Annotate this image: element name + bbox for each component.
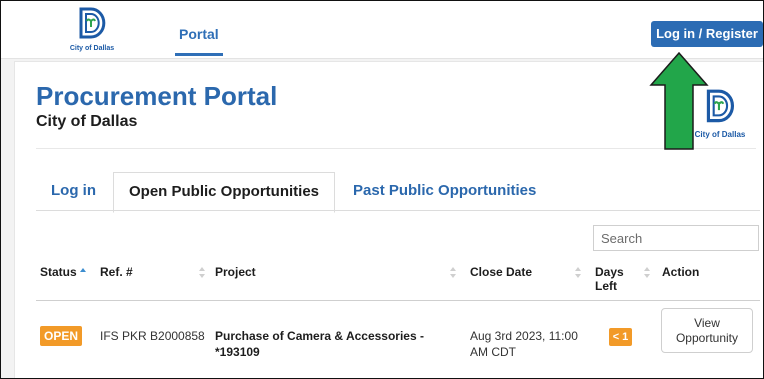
logo-caption: City of Dallas (69, 45, 115, 52)
login-register-button[interactable]: Log in / Register (651, 21, 763, 47)
project-name: Purchase of Camera & Accessories - *1931… (215, 329, 424, 359)
ref-number: IFS PKR B2000858 (100, 329, 205, 343)
sort-arrows-icon[interactable] (450, 267, 456, 279)
sort-arrows-icon[interactable] (644, 267, 650, 279)
tabs-divider (36, 210, 760, 211)
tab-open-public-opportunities[interactable]: Open Public Opportunities (113, 172, 336, 213)
city-of-dallas-logo[interactable]: City of Dallas (65, 6, 119, 54)
column-header-close-date[interactable]: Close Date (470, 265, 532, 279)
sort-arrows-icon[interactable] (80, 268, 86, 280)
column-header-action: Action (662, 265, 700, 279)
page-title: Procurement Portal (36, 81, 278, 111)
days-left-badge: < 1 (609, 328, 632, 346)
column-header-ref[interactable]: Ref. # (100, 265, 133, 279)
column-header-project[interactable]: Project (215, 265, 256, 279)
close-date: Aug 3rd 2023, 11:00 AM CDT (470, 329, 578, 359)
tab-past-public-opportunities[interactable]: Past Public Opportunities (338, 172, 551, 210)
tab-log-in[interactable]: Log in (36, 172, 111, 210)
nav-portal-link[interactable]: Portal (179, 26, 219, 42)
page-frame: City of Dallas Portal Log in / Register … (0, 0, 764, 379)
page-subtitle: City of Dallas (36, 113, 138, 130)
table-header-divider (36, 300, 760, 301)
header-divider (36, 148, 756, 149)
status-badge: OPEN (40, 326, 82, 346)
view-opportunity-button[interactable]: View Opportunity (661, 308, 753, 353)
nav-active-indicator (175, 53, 223, 56)
column-header-days-left[interactable]: Days Left (595, 265, 625, 293)
city-of-dallas-logo-icon (79, 7, 106, 39)
green-up-arrow-icon (649, 51, 709, 150)
sort-arrows-icon[interactable] (199, 267, 205, 279)
column-header-status[interactable]: Status (40, 265, 77, 279)
search-input[interactable] (593, 225, 759, 251)
sort-arrows-icon[interactable] (575, 267, 581, 279)
